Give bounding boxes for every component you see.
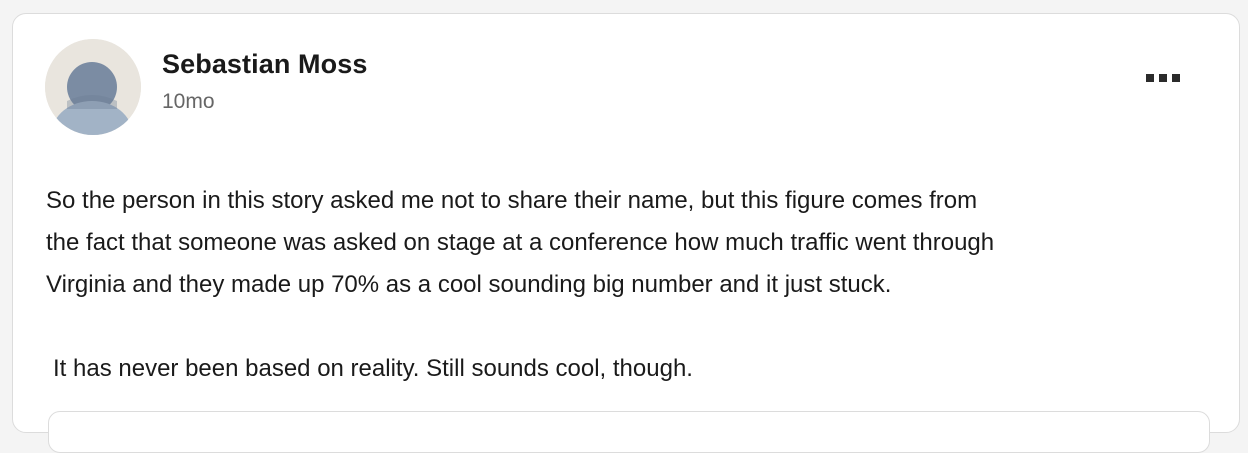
more-options-icon	[1159, 74, 1167, 82]
more-options-button[interactable]	[1139, 66, 1187, 90]
comment-card: Sebastian Moss 10mo So the person in thi…	[12, 13, 1240, 453]
paragraph-spacer	[46, 306, 1226, 348]
author-name[interactable]: Sebastian Moss	[162, 49, 367, 80]
post-timestamp[interactable]: 10mo	[162, 90, 215, 114]
more-options-icon	[1172, 74, 1180, 82]
comment-text-line: It has never been based on reality. Stil…	[53, 355, 693, 382]
comment-text-line: So the person in this story asked me not…	[46, 187, 978, 214]
default-avatar-icon	[45, 39, 141, 135]
comment-body: So the person in this story asked me not…	[46, 180, 1226, 390]
avatar[interactable]	[45, 39, 141, 135]
comment-text-line: the fact that someone was asked on stage…	[46, 229, 995, 256]
more-options-icon	[1146, 74, 1154, 82]
embedded-preview[interactable]	[48, 411, 1210, 453]
comment-text-line: Virginia and they made up 70% as a cool …	[46, 271, 892, 298]
